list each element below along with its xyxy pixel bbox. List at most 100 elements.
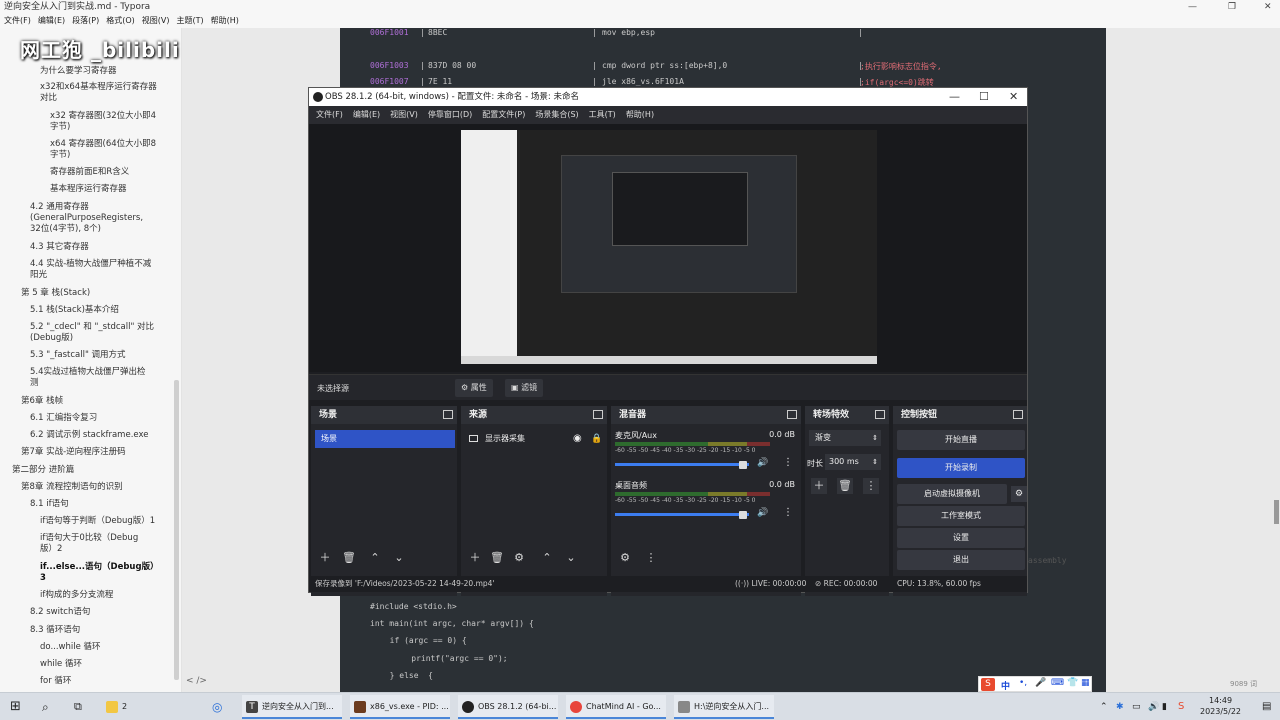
keyboard-icon[interactable]: ⌨ — [1051, 678, 1064, 688]
add-icon[interactable]: ＋ — [467, 550, 483, 566]
toc-item[interactable]: 4.4 实战-植物大战僵尸种植不减 — [30, 259, 151, 270]
taskbar-app-explorer[interactable]: H:\逆向安全从入门... — [674, 695, 774, 719]
toc-item[interactable]: 对比 — [40, 93, 57, 104]
obs-menu-item[interactable]: 停靠窗口(D) — [428, 110, 472, 119]
toc-item[interactable]: 8.1 if语句 — [30, 499, 69, 510]
transition-select[interactable]: 渐变 ⇕ — [809, 430, 881, 446]
add-icon[interactable]: ＋ — [317, 550, 333, 566]
studio-mode-button[interactable]: 工作室模式 — [897, 506, 1025, 526]
toc-item[interactable]: 6.2 调试示例 stackframe.exe — [30, 430, 148, 441]
toc-item[interactable]: 第二部分 进阶篇 — [12, 465, 74, 476]
typora-menu-item[interactable]: 格式(O) — [106, 16, 135, 25]
ime-toolbar[interactable]: S 中 •, 🎤 ⌨ 👕 ▦ — [978, 676, 1092, 692]
more-vertical-icon[interactable]: ⋮ — [643, 550, 659, 566]
toc-item[interactable]: 4.3 其它寄存器 — [30, 242, 89, 253]
properties-button[interactable]: ⚙ 属性 — [455, 379, 493, 397]
browser-icon[interactable]: ◎ — [212, 697, 222, 717]
taskbar-app-chrome[interactable]: ChatMind AI - Go... — [566, 695, 666, 719]
obs-menu-item[interactable]: 视图(V) — [390, 110, 418, 119]
obs-minimize-icon[interactable]: — — [949, 88, 960, 106]
exit-button[interactable]: 退出 — [897, 550, 1025, 570]
notification-icon[interactable]: ▤ — [1262, 697, 1271, 717]
obs-menu-item[interactable]: 场景集合(S) — [535, 110, 578, 119]
close-icon[interactable]: ✕ — [1264, 0, 1272, 14]
toc-item[interactable]: 第7章 实战-逆向程序注册码 — [21, 447, 126, 458]
file-explorer-app[interactable]: 2 — [106, 697, 127, 717]
toc-item[interactable]: 32位(4字节), 8个) — [30, 224, 101, 235]
sogou-tray-icon[interactable]: S — [1178, 697, 1184, 717]
obs-menu-item[interactable]: 帮助(H) — [626, 110, 654, 119]
toc-item[interactable]: if语句等于判断（Debug版）1 — [40, 516, 155, 527]
tray-overflow-icon[interactable]: ⌃ — [1100, 697, 1108, 717]
more-vertical-icon[interactable]: ⋮ — [783, 457, 793, 468]
clock[interactable]: 14:49 2023/5/22 — [1200, 695, 1241, 717]
mic-volume-knob[interactable] — [739, 461, 747, 469]
battery-icon[interactable]: ▮ — [1162, 697, 1167, 717]
gear-icon[interactable]: ⚙ — [1011, 486, 1027, 502]
obs-menu-item[interactable]: 编辑(E) — [353, 110, 380, 119]
toc-item[interactable]: 4.2 通用寄存器 — [30, 202, 89, 213]
more-vertical-icon[interactable]: ⋮ — [863, 478, 879, 494]
toc-item[interactable]: if...else...语句（Debug版） — [40, 562, 159, 573]
toc-item[interactable]: 6.1 汇编指令复习 — [30, 413, 97, 424]
toc-item[interactable]: 5.4实战过植物大战僵尸弹出检 — [30, 367, 146, 378]
obs-close-icon[interactable]: ✕ — [1009, 88, 1018, 106]
undock-icon[interactable] — [443, 410, 453, 419]
search-icon[interactable]: ⌕ — [42, 697, 49, 717]
typora-menu-item[interactable]: 段落(P) — [72, 16, 99, 25]
eye-icon[interactable]: ◉ — [573, 430, 582, 448]
toc-item[interactable]: 字节) — [50, 150, 70, 161]
toc-item[interactable]: if构成的多分支流程 — [40, 590, 113, 601]
toc-item[interactable]: 第6章 栈帧 — [21, 396, 63, 407]
sidebar-scrollbar[interactable] — [174, 380, 179, 680]
source-item[interactable]: 显示器采集 ◉ 🔒 — [469, 430, 602, 448]
toc-item[interactable]: do...while 循环 — [40, 642, 101, 653]
duration-input[interactable]: 300 ms ⇕ — [825, 454, 881, 470]
trash-icon[interactable]: 🗑 — [489, 550, 505, 566]
task-view-icon[interactable]: ⧉ — [74, 697, 82, 717]
toc-item[interactable]: 寄存器前面E和R含义 — [50, 167, 129, 178]
taskbar-app-typora[interactable]: T 逆向安全从入门到... — [242, 695, 342, 719]
taskbar-app-debugger[interactable]: x86_vs.exe - PID: ... — [350, 695, 450, 719]
obs-menu-item[interactable]: 配置文件(P) — [482, 110, 525, 119]
move-down-icon[interactable]: ⌄ — [563, 550, 579, 566]
gear-icon[interactable]: ⚙ — [617, 550, 633, 566]
toc-item[interactable]: 5.1 栈(Stack)基本介绍 — [30, 305, 119, 316]
toc-item[interactable]: 5.2 "_cdecl" 和 "_stdcall" 对比 — [30, 322, 154, 333]
toc-item[interactable]: 基本程序运行寄存器 — [50, 184, 127, 195]
mic-volume-slider[interactable] — [615, 463, 749, 466]
obs-maximize-icon[interactable]: ☐ — [979, 88, 989, 106]
lock-icon[interactable]: 🔒 — [591, 430, 602, 448]
minimize-icon[interactable]: — — [1188, 0, 1197, 14]
toc-item[interactable]: 3 — [40, 573, 46, 584]
typora-menu-item[interactable]: 文件(F) — [4, 16, 31, 25]
toc-item[interactable]: 测 — [30, 378, 39, 389]
desktop-volume-knob[interactable] — [739, 511, 747, 519]
toc-item[interactable]: 第8章 流程控制语句的识别 — [21, 482, 123, 493]
start-recording-button[interactable]: 开始录制 — [897, 458, 1025, 478]
desktop-volume-slider[interactable] — [615, 513, 749, 516]
toc-item[interactable]: x32和x64基本程序运行寄存器 — [40, 82, 157, 93]
obs-menu-item[interactable]: 工具(T) — [589, 110, 616, 119]
undock-icon[interactable] — [787, 410, 797, 419]
undock-icon[interactable] — [1013, 410, 1023, 419]
typora-menu-item[interactable]: 帮助(H) — [211, 16, 239, 25]
sidebar-footer[interactable]: < /> — [186, 676, 207, 686]
toc-item[interactable]: 5.3 "_fastcall" 调用方式 — [30, 350, 126, 361]
taskbar-app-obs[interactable]: OBS 28.1.2 (64-bi... — [458, 695, 558, 719]
toc-item[interactable]: if语句大于0比较（Debug — [40, 533, 138, 544]
move-down-icon[interactable]: ⌄ — [391, 550, 407, 566]
obs-menu-item[interactable]: 文件(F) — [316, 110, 343, 119]
move-up-icon[interactable]: ⌃ — [539, 550, 555, 566]
gear-icon[interactable]: ⚙ — [511, 550, 527, 566]
scene-item[interactable]: 场景 — [315, 430, 455, 448]
trash-icon[interactable]: 🗑 — [837, 478, 853, 494]
toc-item[interactable]: 第 5 章 栈(Stack) — [21, 288, 90, 299]
toc-item[interactable]: 阳光 — [30, 270, 47, 281]
settings-button[interactable]: 设置 — [897, 528, 1025, 548]
typora-menu-item[interactable]: 编辑(E) — [38, 16, 65, 25]
speaker-icon[interactable]: 🔊 — [757, 508, 768, 518]
toc-item[interactable]: 版）2 — [40, 544, 62, 555]
maximize-icon[interactable]: ❐ — [1228, 0, 1236, 14]
typora-menu-item[interactable]: 主题(T) — [176, 16, 203, 25]
